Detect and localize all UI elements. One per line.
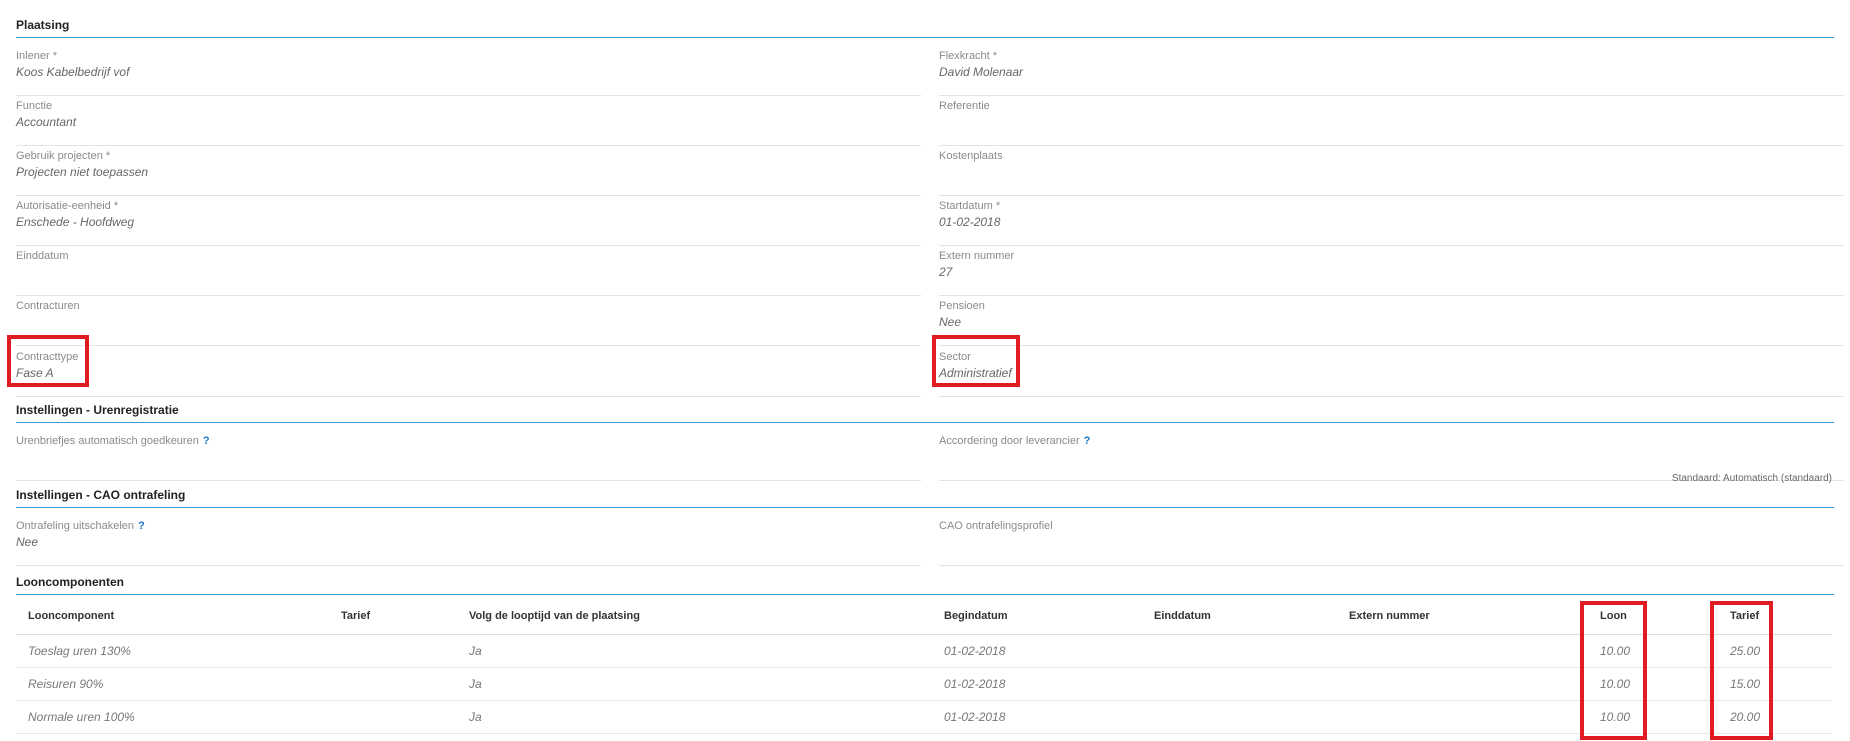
field-value: Enschede - Hoofdweg xyxy=(16,215,135,229)
field-autorisatie-eenheid[interactable]: Autorisatie-eenheid * Enschede - Hoofdwe… xyxy=(16,200,921,246)
field-extern-nummer[interactable]: Extern nummer 27 xyxy=(939,250,1844,296)
field-label: Referentie xyxy=(939,100,990,112)
field-value: Nee xyxy=(939,315,962,329)
table-row[interactable]: Reisuren 90% Ja 01-02-2018 10.00 15.00 xyxy=(16,667,1832,701)
field-sector[interactable]: Sector Administratief xyxy=(939,351,1844,397)
column-header[interactable]: Volg de looptijd van de plaatsing xyxy=(457,598,932,635)
field-label: Gebruik projecten * xyxy=(16,150,111,162)
highlight-box-loon xyxy=(1580,601,1647,740)
looncomponenten-table: Looncomponent Tarief Volg de looptijd va… xyxy=(16,598,1832,734)
field-label: Kostenplaats xyxy=(939,150,1003,162)
table-cell xyxy=(329,667,457,701)
table-header-row: Looncomponent Tarief Volg de looptijd va… xyxy=(16,598,1832,635)
help-icon[interactable]: ? xyxy=(1084,435,1091,447)
help-icon[interactable]: ? xyxy=(138,520,145,532)
table-cell xyxy=(1142,700,1337,734)
field-value: Projecten niet toepassen xyxy=(16,165,149,179)
field-label: CAO ontrafelingsprofiel xyxy=(939,520,1053,532)
table-cell: Normale uren 100% xyxy=(16,700,329,734)
field-value: Koos Kabelbedrijf vof xyxy=(16,65,130,79)
section-title-plaatsing: Plaatsing xyxy=(16,18,1834,38)
field-pensioen[interactable]: Pensioen Nee xyxy=(939,300,1844,346)
field-label: Contracturen xyxy=(16,300,80,312)
column-header[interactable]: Looncomponent xyxy=(16,598,329,635)
field-label: Urenbriefjes automatisch goedkeuren xyxy=(16,435,199,447)
default-setting-note: Standaard: Automatisch (standaard) xyxy=(1671,473,1832,484)
table-cell xyxy=(329,700,457,734)
table-cell xyxy=(1337,634,1588,668)
field-flexkracht[interactable]: Flexkracht * David Molenaar xyxy=(939,50,1844,96)
field-einddatum[interactable]: Einddatum xyxy=(16,250,921,296)
field-label: Inlener * xyxy=(16,50,57,62)
field-value: Nee xyxy=(16,535,39,549)
column-header[interactable]: Tarief xyxy=(329,598,457,635)
field-gebruik-projecten[interactable]: Gebruik projecten * Projecten niet toepa… xyxy=(16,150,921,196)
column-header[interactable]: Einddatum xyxy=(1142,598,1337,635)
table-cell xyxy=(329,634,457,668)
field-urenbriefjes-goedkeuren[interactable]: Urenbriefjes automatisch goedkeuren? xyxy=(16,435,921,481)
help-icon[interactable]: ? xyxy=(203,435,210,447)
table-cell: Ja xyxy=(457,634,932,668)
field-startdatum[interactable]: Startdatum * 01-02-2018 xyxy=(939,200,1844,246)
table-cell: 01-02-2018 xyxy=(932,700,1142,734)
table-row[interactable]: Normale uren 100% Ja 01-02-2018 10.00 20… xyxy=(16,700,1832,734)
column-header[interactable]: Begindatum xyxy=(932,598,1142,635)
highlight-box-sector xyxy=(932,335,1020,387)
field-label: Startdatum * xyxy=(939,200,1001,212)
field-value: Accountant xyxy=(16,115,77,129)
table-cell xyxy=(1142,667,1337,701)
field-label: Ontrafeling uitschakelen xyxy=(16,520,135,532)
field-label: Accordering door leverancier xyxy=(939,435,1080,447)
table-cell: 01-02-2018 xyxy=(932,634,1142,668)
field-label: Pensioen xyxy=(939,300,985,312)
table-cell xyxy=(1337,667,1588,701)
field-value: 01-02-2018 xyxy=(939,215,1001,229)
field-value: 27 xyxy=(939,265,953,279)
field-inlener[interactable]: Inlener * Koos Kabelbedrijf vof xyxy=(16,50,921,96)
field-referentie[interactable]: Referentie xyxy=(939,100,1844,146)
field-ontrafeling-uitschakelen[interactable]: Ontrafeling uitschakelen? Nee xyxy=(16,520,921,566)
field-kostenplaats[interactable]: Kostenplaats xyxy=(939,150,1844,196)
field-contracttype[interactable]: Contracttype Fase A xyxy=(16,351,921,397)
field-label: Extern nummer xyxy=(939,250,1015,262)
table-cell xyxy=(1337,700,1588,734)
field-functie[interactable]: Functie Accountant xyxy=(16,100,921,146)
field-contracturen[interactable]: Contracturen xyxy=(16,300,921,346)
field-label: Einddatum xyxy=(16,250,69,262)
field-label: Functie xyxy=(16,100,53,112)
section-title-looncomponenten: Looncomponenten xyxy=(16,575,1834,595)
table-cell xyxy=(1142,634,1337,668)
table-cell: Toeslag uren 130% xyxy=(16,634,329,668)
table-row[interactable]: Toeslag uren 130% Ja 01-02-2018 10.00 25… xyxy=(16,634,1832,668)
table-cell: Ja xyxy=(457,700,932,734)
table-cell: Ja xyxy=(457,667,932,701)
column-header[interactable]: Extern nummer xyxy=(1337,598,1588,635)
highlight-box-contracttype xyxy=(7,335,89,387)
placement-detail-page: Plaatsing Inlener * Koos Kabelbedrijf vo… xyxy=(0,0,1850,741)
field-label-wrap: Ontrafeling uitschakelen? xyxy=(16,520,145,532)
field-label: Flexkracht * xyxy=(939,50,998,62)
field-label-wrap: Urenbriefjes automatisch goedkeuren? xyxy=(16,435,210,447)
field-cao-ontrafelingsprofiel[interactable]: CAO ontrafelingsprofiel xyxy=(939,520,1844,566)
field-label-wrap: Accordering door leverancier? xyxy=(939,435,1090,447)
field-value: David Molenaar xyxy=(939,65,1024,79)
section-title-urenregistratie: Instellingen - Urenregistratie xyxy=(16,403,1834,423)
table-cell: 01-02-2018 xyxy=(932,667,1142,701)
section-title-cao-ontrafeling: Instellingen - CAO ontrafeling xyxy=(16,488,1834,508)
table-cell: Reisuren 90% xyxy=(16,667,329,701)
highlight-box-tarief xyxy=(1710,601,1773,740)
field-label: Autorisatie-eenheid * xyxy=(16,200,119,212)
